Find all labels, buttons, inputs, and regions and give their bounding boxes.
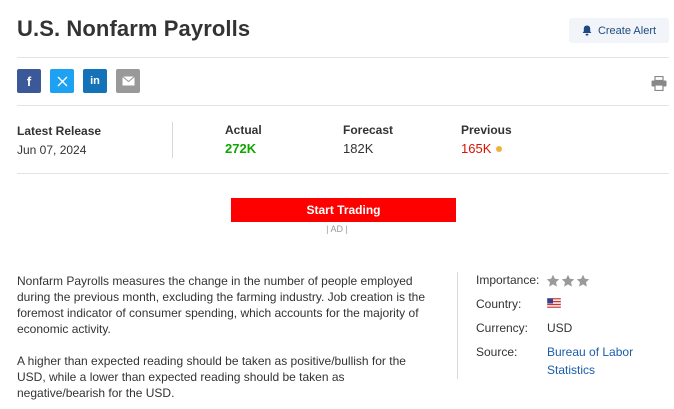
currency-label: Currency: xyxy=(476,321,529,335)
facebook-icon[interactable]: f xyxy=(17,69,41,93)
country-label: Country: xyxy=(476,297,522,311)
start-trading-button[interactable]: Start Trading xyxy=(231,198,456,222)
star-icon xyxy=(546,274,560,287)
create-alert-button[interactable]: Create Alert xyxy=(569,18,669,43)
source-link[interactable]: Bureau of Labor Statistics xyxy=(547,343,657,379)
print-icon[interactable] xyxy=(651,76,667,91)
ad-label: | AD | xyxy=(326,224,348,234)
forecast-value: 182K xyxy=(343,141,374,156)
description-paragraph: A higher than expected reading should be… xyxy=(17,354,406,400)
us-flag-icon xyxy=(547,298,561,308)
divider xyxy=(17,105,669,106)
star-icon xyxy=(576,274,590,287)
share-bar: f in xyxy=(17,69,140,93)
previous-label: Previous xyxy=(461,123,512,137)
star-icon xyxy=(561,274,575,287)
divider xyxy=(17,57,669,58)
event-description: Nonfarm Payrolls measures the change in … xyxy=(17,273,427,401)
actual-value: 272K xyxy=(225,141,257,156)
description-paragraph: Nonfarm Payrolls measures the change in … xyxy=(17,274,425,336)
create-alert-label: Create Alert xyxy=(597,24,657,37)
importance-label: Importance: xyxy=(476,273,540,287)
revision-dot-icon xyxy=(496,145,503,152)
email-icon[interactable] xyxy=(116,69,140,93)
latest-release-date: Jun 07, 2024 xyxy=(17,143,87,157)
previous-value: 165K xyxy=(461,141,492,156)
actual-label: Actual xyxy=(225,123,262,137)
divider xyxy=(172,122,173,158)
forecast-label: Forecast xyxy=(343,123,394,137)
divider xyxy=(17,173,669,174)
divider xyxy=(457,272,458,379)
previous-value-row: 165K xyxy=(461,141,503,156)
currency-value: USD xyxy=(547,321,573,335)
bell-icon xyxy=(582,25,592,36)
page-title: U.S. Nonfarm Payrolls xyxy=(17,16,251,41)
x-twitter-icon[interactable] xyxy=(50,69,74,93)
linkedin-icon[interactable]: in xyxy=(83,69,107,93)
importance-stars xyxy=(546,274,590,288)
source-label: Source: xyxy=(476,345,518,359)
latest-release-label: Latest Release xyxy=(17,124,102,138)
